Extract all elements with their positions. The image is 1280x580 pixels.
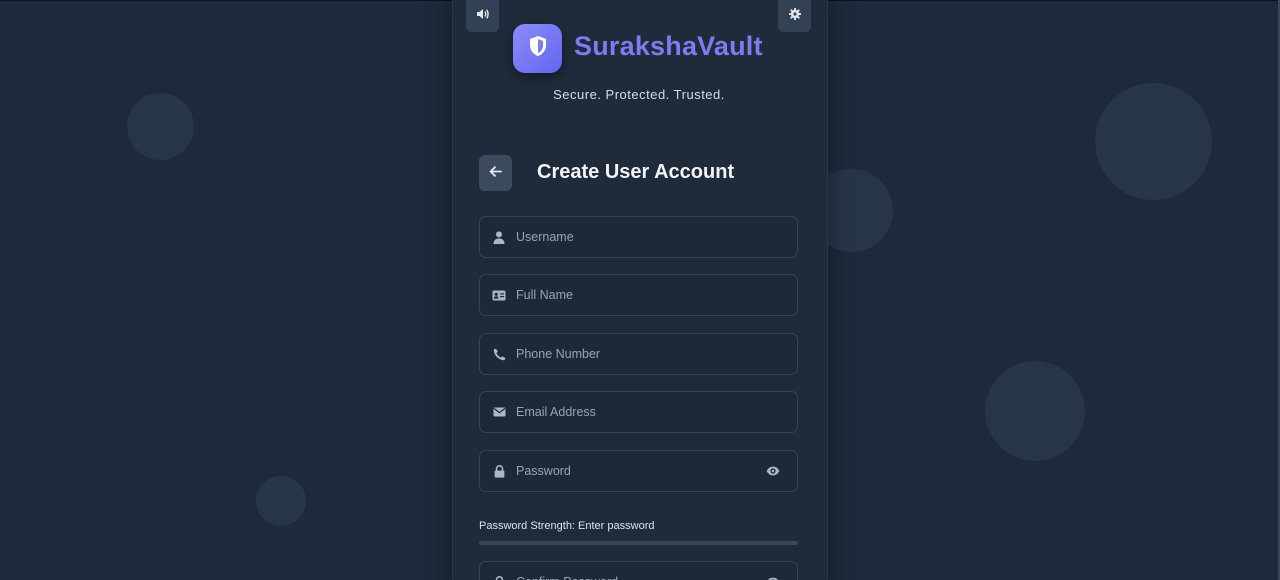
sound-toggle-button[interactable]: [466, 0, 499, 32]
lock-icon: [492, 463, 506, 479]
username-input[interactable]: [516, 217, 756, 257]
app-title: SurakshaVault: [574, 31, 763, 61]
password-field: [479, 450, 798, 492]
app-tagline: Secure. Protected. Trusted.: [553, 87, 725, 102]
settings-button[interactable]: [778, 0, 811, 32]
full-name-field: [479, 274, 798, 316]
back-button[interactable]: [479, 155, 512, 191]
username-field: [479, 216, 798, 258]
phone-input[interactable]: [516, 334, 756, 374]
password-strength-bar: [479, 541, 798, 545]
confirm-password-input[interactable]: [516, 562, 756, 580]
gear-icon: [788, 7, 801, 25]
envelope-icon: [492, 404, 506, 420]
email-field: [479, 391, 798, 433]
password-input[interactable]: [516, 451, 756, 491]
speaker-icon: [476, 7, 490, 25]
decor-bubble: [127, 93, 194, 160]
confirm-password-field: [479, 561, 798, 580]
phone-field: [479, 333, 798, 375]
app-logo: [513, 24, 562, 73]
id-card-icon: [492, 287, 506, 303]
full-name-input[interactable]: [516, 275, 756, 315]
user-icon: [492, 229, 506, 245]
eye-icon[interactable]: [766, 575, 780, 580]
arrow-left-icon: [489, 164, 502, 182]
password-strength-label: Password Strength: Enter password: [479, 520, 655, 532]
form-title: Create User Account: [537, 161, 735, 183]
email-input[interactable]: [516, 392, 756, 432]
lock-icon: [492, 574, 506, 580]
page-background: SurakshaVault Secure. Protected. Trusted…: [0, 0, 1280, 580]
decor-bubble: [985, 361, 1085, 461]
decor-bubble: [256, 476, 306, 526]
decor-bubble: [1095, 83, 1212, 200]
phone-icon: [492, 346, 506, 362]
eye-icon[interactable]: [766, 464, 780, 478]
shield-icon: [528, 35, 548, 62]
